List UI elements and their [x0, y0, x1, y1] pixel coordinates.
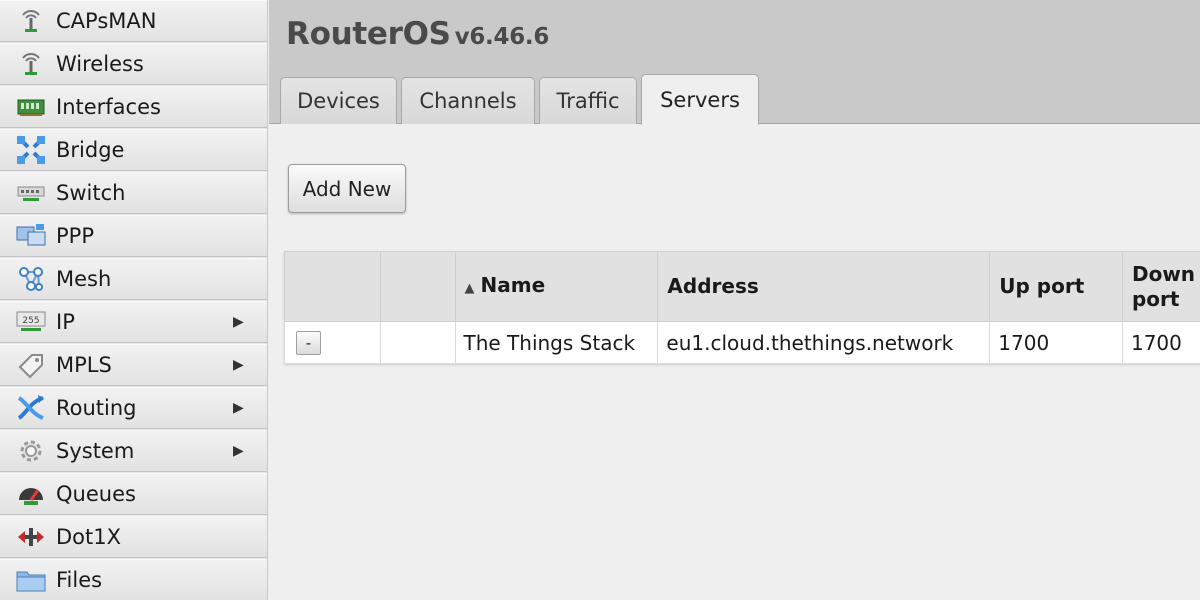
- submenu-arrow-icon: ▶: [233, 357, 244, 373]
- sidebar-item-ppp[interactable]: PPP: [0, 215, 267, 257]
- sidebar-item-label: Queues: [56, 482, 136, 506]
- submenu-arrow-icon: ▶: [233, 400, 244, 416]
- mesh-icon: [14, 264, 48, 294]
- row-down-port-cell[interactable]: 1700: [1121, 321, 1200, 364]
- page-title: RouterOS v6.46.6: [286, 16, 549, 52]
- sidebar-item-label: Switch: [56, 181, 126, 205]
- sidebar-item-system[interactable]: System ▶: [0, 430, 267, 472]
- row-up-port-cell[interactable]: 1700: [989, 321, 1123, 364]
- row-name-cell[interactable]: The Things Stack: [454, 321, 659, 364]
- ppp-icon: [14, 221, 48, 251]
- sidebar-item-switch[interactable]: Switch: [0, 172, 267, 214]
- page-header: RouterOS v6.46.6 Devices Channels Traffic…: [269, 0, 1200, 125]
- sidebar-item-mpls[interactable]: MPLS ▶: [0, 344, 267, 386]
- sidebar-item-queues[interactable]: Queues: [0, 473, 267, 515]
- sidebar-menu: CAPsMAN Wireless Interfaces Bridge Switc…: [0, 0, 268, 600]
- row-address-cell[interactable]: eu1.cloud.thethings.network: [657, 321, 991, 364]
- sidebar-item-label: System: [56, 439, 135, 463]
- row-actions-cell: -: [284, 321, 381, 364]
- sidebar-item-label: Routing: [56, 396, 137, 420]
- sort-ascending-icon: ▲: [464, 280, 475, 296]
- sidebar-item-label: Interfaces: [56, 95, 161, 119]
- sidebar-item-mesh[interactable]: Mesh: [0, 258, 267, 300]
- column-header-down-port[interactable]: Down port: [1121, 251, 1200, 322]
- sidebar-item-label: CAPsMAN: [56, 9, 157, 33]
- sidebar-item-label: MPLS: [56, 353, 112, 377]
- submenu-arrow-icon: ▶: [233, 314, 244, 330]
- tab-channels[interactable]: Channels: [401, 77, 535, 124]
- bridge-icon: [14, 135, 48, 165]
- submenu-arrow-icon: ▶: [233, 443, 244, 459]
- sidebar-item-files[interactable]: Files: [0, 559, 267, 600]
- sidebar-item-label: IP: [56, 310, 75, 334]
- column-header-label: Name: [480, 272, 546, 297]
- sidebar-item-label: Mesh: [56, 267, 112, 291]
- column-header-up-port[interactable]: Up port: [989, 251, 1123, 322]
- sidebar-item-bridge[interactable]: Bridge: [0, 129, 267, 171]
- folder-icon: [14, 565, 48, 595]
- sidebar-item-routing[interactable]: Routing ▶: [0, 387, 267, 429]
- row-blank-cell: [379, 321, 456, 364]
- svg-text:255: 255: [22, 316, 39, 326]
- sidebar-item-label: PPP: [56, 224, 94, 248]
- servers-table: ▲ Name Address Up port Down port - The Th…: [284, 251, 1200, 364]
- sidebar-item-label: Files: [56, 568, 103, 592]
- sidebar-item-ip[interactable]: 255 IP ▶: [0, 301, 267, 343]
- table-header-row: ▲ Name Address Up port Down port: [284, 251, 1200, 322]
- version-label: v6.46.6: [454, 24, 550, 50]
- sidebar-item-capsman[interactable]: CAPsMAN: [0, 0, 267, 42]
- sidebar-item-label: Bridge: [56, 138, 125, 162]
- switch-icon: [14, 178, 48, 208]
- sidebar-item-interfaces[interactable]: Interfaces: [0, 86, 267, 128]
- network-card-icon: [14, 92, 48, 122]
- tab-traffic[interactable]: Traffic: [539, 77, 637, 124]
- sidebar-item-dot1x[interactable]: Dot1X: [0, 516, 267, 558]
- dot1x-icon: [14, 522, 48, 552]
- sidebar-item-label: Dot1X: [56, 525, 121, 549]
- tab-servers[interactable]: Servers: [641, 74, 759, 125]
- gear-icon: [14, 436, 48, 466]
- column-header-blank: [379, 251, 456, 322]
- column-header-address[interactable]: Address: [657, 251, 991, 322]
- antenna-icon: [14, 6, 48, 36]
- table-row[interactable]: - The Things Stack eu1.cloud.thethings.n…: [284, 321, 1200, 364]
- sidebar-item-label: Wireless: [56, 52, 144, 76]
- ip-icon: 255: [14, 307, 48, 337]
- tab-devices[interactable]: Devices: [280, 77, 397, 124]
- gauge-icon: [14, 479, 48, 509]
- add-new-button[interactable]: Add New: [288, 164, 406, 213]
- remove-button[interactable]: -: [296, 330, 321, 355]
- sidebar-item-wireless[interactable]: Wireless: [0, 43, 267, 85]
- app-name: RouterOS: [286, 16, 451, 52]
- mpls-tag-icon: [14, 350, 48, 380]
- column-header-actions: [284, 251, 381, 322]
- routing-icon: [14, 393, 48, 423]
- column-header-name[interactable]: ▲ Name: [454, 251, 659, 322]
- antenna-icon: [14, 49, 48, 79]
